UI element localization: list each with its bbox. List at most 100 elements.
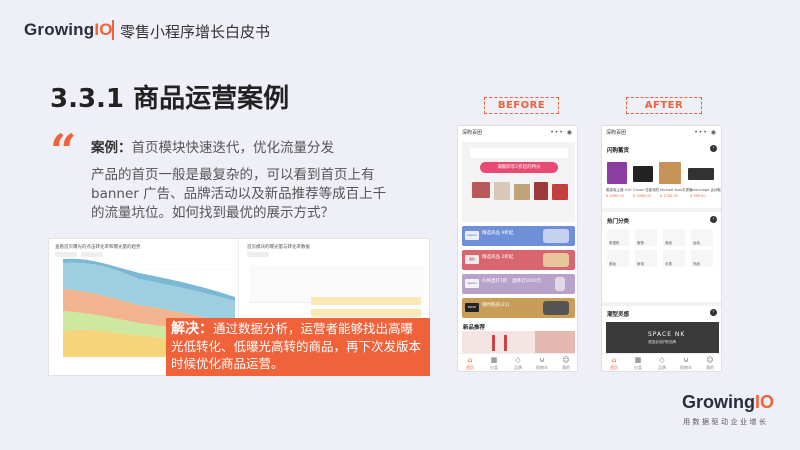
section-title: 3.3.1 商品运营案例 [50,84,290,114]
strip-title: 精选商品 9折起 [482,231,514,236]
banner-ad[interactable]: 满额即享2折起的特价 [462,142,575,222]
nav-cart[interactable]: ⊍ 购物车 [532,356,552,371]
product-image-camera[interactable] [633,166,653,182]
category-tile[interactable]: 电视机 [607,229,629,246]
grid-icon: ▦ [490,356,498,364]
product-image [543,229,569,243]
brand-logo: BOSE [465,303,479,312]
bag-image [552,184,568,200]
spacenk-title: SPACE NK [648,331,686,338]
hot-categories-heading: 热门分类 [607,219,630,225]
bottom-nav: ⌂ 首页 ▦ 分类 ◇ 品牌 ⊍ 购物车 ☺ 我的 [602,353,721,371]
logo-io-text: IO [94,20,113,39]
footer-tagline: 用数据驱动企业增长 [683,418,769,426]
cart-icon: ⊍ [539,356,545,364]
category-tile[interactable]: 美妆 [607,250,629,267]
solution-box: 解决：通过数据分析，运营者能够找出高曝光低转化、低曝光高转的商品，再下次发版本时… [166,318,430,376]
product-price: ¥ 3099.00 [633,194,651,198]
more-options-icon[interactable]: ••• ◉ [550,129,573,136]
product-image-bag[interactable] [659,162,681,184]
home-icon: ⌂ [467,356,473,364]
banner-promo: 满额即享2折起的特价 [480,162,558,173]
brand-strip-dyson[interactable]: dyson 价格直打1折 直降近1000元 [462,274,575,294]
more-options-icon[interactable]: ••• ◉ [694,129,717,136]
nav-cart[interactable]: ⊍ 购物车 [676,356,696,371]
growingio-logo: GrowingIO [24,20,113,40]
brand-strip-canon[interactable]: Canon 精选商品 9折起 [462,226,575,246]
bag-image [534,182,548,200]
home-icon: ⌂ [611,356,617,364]
filter-tag [247,252,269,257]
app-header: 深煦百团 ••• ◉ [458,126,577,140]
product-image-sneaker[interactable] [688,168,714,180]
model-image [535,331,575,355]
strip-title: 限时购买(21) [482,303,510,308]
nav-home[interactable]: ⌂ 首页 [460,356,480,371]
product-image [543,253,569,267]
new-products-banner[interactable] [462,331,575,355]
bag-image [494,182,510,200]
before-label: BEFORE [484,97,559,114]
strip-title: 价格直打1折 直降近1000元 [482,279,542,284]
brand-logo: Canon [465,231,479,240]
category-tile[interactable]: 手表 [663,250,685,267]
brand-logo: dyson [465,279,479,288]
case-line: 案例：首页模块快速迭代，优化流量分发 [91,136,334,156]
product-name: Michael Kors手提包 [660,188,693,192]
header-divider [112,20,114,40]
product-image-dyson[interactable] [607,162,627,184]
category-tile[interactable]: 服饰 [635,229,657,246]
product-price: ¥ 2999.00 [606,194,624,198]
bag-image [472,182,490,198]
before-phone-screen: 深煦百团 ••• ◉ 满额即享2折起的特价 Canon 精选商品 9折起 美妆 … [457,125,578,372]
nav-brand[interactable]: ◇ 品牌 [652,356,672,371]
spacenk-banner[interactable]: SPACE NK 英国全线护肤品牌 [606,322,719,354]
brand-strip-beauty[interactable]: 美妆 精选商品 2折起 [462,250,575,270]
strip-title: 精选商品 2折起 [482,255,514,260]
category-tile[interactable]: 饰品 [691,250,713,267]
user-icon: ☺ [706,356,714,364]
lipstick-image [504,335,507,351]
grid-icon: ▦ [634,356,642,364]
spacenk-subtitle: 英国全线护肤品牌 [648,340,676,344]
category-tile[interactable]: 家电 [635,250,657,267]
lipstick-image [492,335,495,351]
tag-icon: ◇ [659,356,665,364]
section-divider [602,208,721,212]
product-name: Balenciaga 运动鞋 [690,188,721,192]
brand-strip-bose[interactable]: BOSE 限时购买(21) [462,298,575,318]
app-name: 深煦百团 [606,130,627,136]
product-image [543,301,569,315]
logo-text: Growing [24,20,95,39]
more-arrow-icon[interactable]: › [710,309,717,316]
user-icon: ☺ [562,356,570,364]
solution-label: 解决： [171,321,213,337]
section-divider [602,302,721,306]
more-arrow-icon[interactable]: › [710,216,717,223]
tag-icon: ◇ [515,356,521,364]
case-description: 产品的首页一般是最复杂的，可以看到首页上有 banner 广告、品牌活动以及新品… [91,167,387,221]
table-title: 首页模块的曝光量与转化率数据 [247,245,310,250]
brand-logo-row [470,148,568,158]
category-tile[interactable]: 运动 [691,229,713,246]
nav-category[interactable]: ▦ 分类 [484,356,504,371]
nav-brand[interactable]: ◇ 品牌 [508,356,528,371]
nav-me[interactable]: ☺ 我的 [700,356,720,371]
product-image [555,277,565,291]
footer-logo: GrowingIO [682,392,774,413]
highlight-cell [311,297,421,305]
after-phone-screen: 深煦百团 ••• ◉ 闪购蓄货 › 戴森吸尘器 V10 ¥ 2999.00 Ca… [601,125,722,372]
nav-home[interactable]: ⌂ 首页 [604,356,624,371]
category-tile[interactable]: 食品 [663,229,685,246]
nav-category[interactable]: ▦ 分类 [628,356,648,371]
product-name: 戴森吸尘器 V10 [606,188,632,192]
product-price: ¥ 1700.00 [660,194,678,198]
logo-text: Growing [682,392,755,412]
logo-io-text: IO [755,392,775,412]
cart-icon: ⊍ [683,356,689,364]
quote-icon: “ [50,124,77,178]
nav-me[interactable]: ☺ 我的 [556,356,576,371]
product-name: Canon 佳能相机 [633,188,660,192]
more-arrow-icon[interactable]: › [710,145,717,152]
product-price: ¥ 999.00 [690,194,706,198]
